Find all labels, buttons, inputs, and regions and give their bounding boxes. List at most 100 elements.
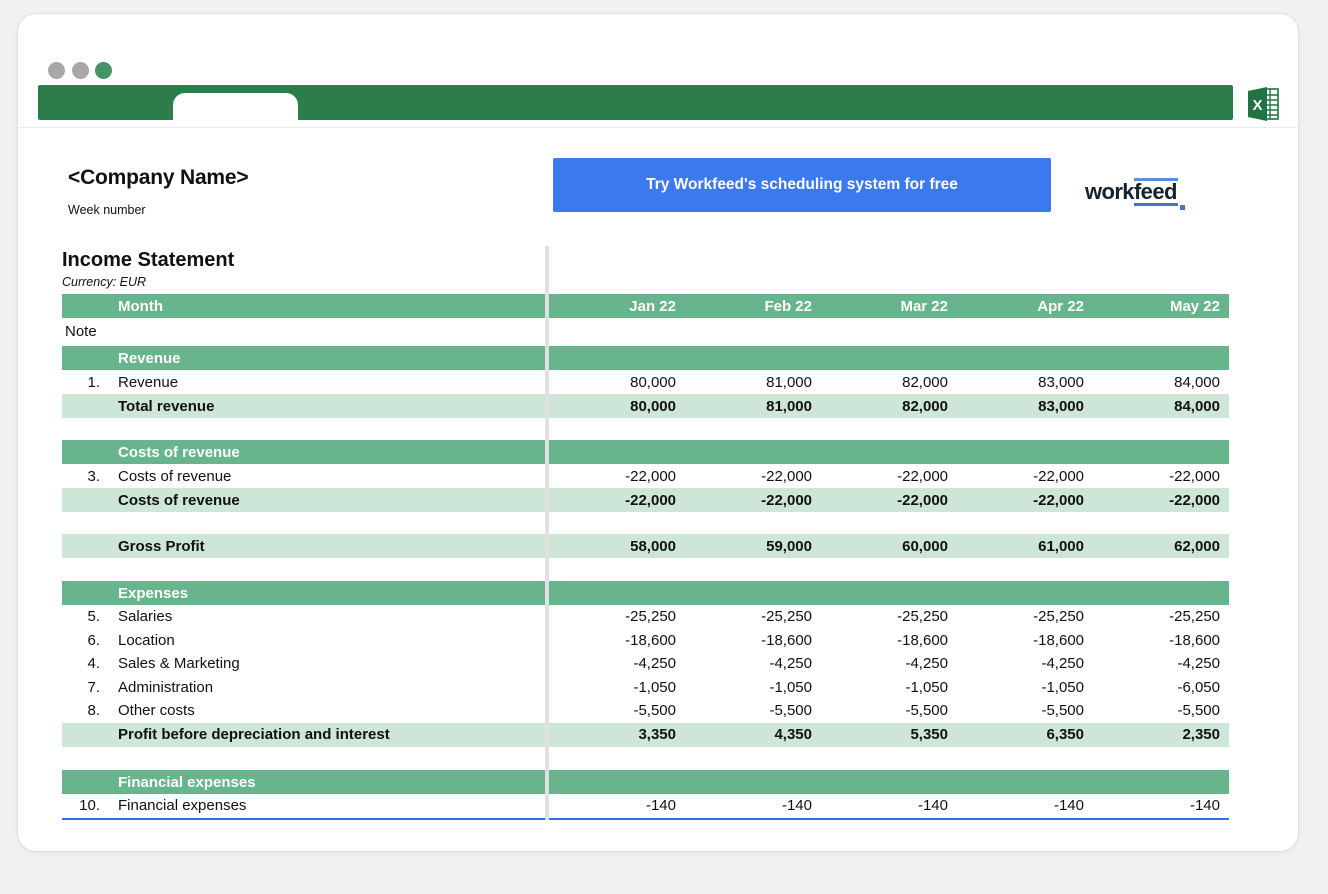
logo-text-work: work <box>1085 179 1134 205</box>
table-row-total-revenue: Total revenue 80,000 81,000 82,000 83,00… <box>62 394 1229 418</box>
cell-value: 60,000 <box>821 538 957 555</box>
cell-value: -22,000 <box>685 492 821 509</box>
cell-value: -22,000 <box>957 468 1093 485</box>
section-header-expenses: Expenses <box>62 581 1229 605</box>
income-statement-table: Month Jan 22 Feb 22 Mar 22 Apr 22 May 22… <box>62 294 1229 820</box>
cell-value: -4,250 <box>957 655 1093 672</box>
window-control-dot[interactable] <box>95 62 112 79</box>
cell-value: 59,000 <box>685 538 821 555</box>
note-number: 3. <box>62 468 112 485</box>
cell-value: -5,500 <box>549 702 685 719</box>
note-number: 4. <box>62 655 112 672</box>
section-label: Financial expenses <box>112 774 1229 791</box>
table-header-row: Month Jan 22 Feb 22 Mar 22 Apr 22 May 22 <box>62 294 1229 318</box>
cell-value: -22,000 <box>1093 492 1229 509</box>
row-label: Profit before depreciation and interest <box>112 726 549 743</box>
cell-value: 80,000 <box>549 374 685 391</box>
cell-value: -22,000 <box>821 468 957 485</box>
column-header: Feb 22 <box>685 298 821 315</box>
cell-value: -22,000 <box>821 492 957 509</box>
cell-value: -4,250 <box>685 655 821 672</box>
cell-value: 83,000 <box>957 398 1093 415</box>
row-label: Gross Profit <box>112 538 549 555</box>
row-label: Costs of revenue <box>112 492 549 509</box>
table-row-salaries: 5. Salaries -25,250 -25,250 -25,250 -25,… <box>62 605 1229 629</box>
cell-value: -140 <box>549 797 685 814</box>
section-header-costs: Costs of revenue <box>62 440 1229 464</box>
cta-button-label: Try Workfeed's scheduling system for fre… <box>646 176 958 194</box>
table-row-revenue: 1. Revenue 80,000 81,000 82,000 83,000 8… <box>62 370 1229 394</box>
note-number: 5. <box>62 608 112 625</box>
cell-value: -22,000 <box>957 492 1093 509</box>
week-number-label: Week number <box>68 203 146 217</box>
logo-registered-mark <box>1180 205 1185 210</box>
cell-value: -18,600 <box>957 632 1093 649</box>
browser-tab-bar <box>38 85 1233 120</box>
active-tab[interactable] <box>173 93 298 120</box>
row-label: Total revenue <box>112 398 549 415</box>
cell-value: 80,000 <box>549 398 685 415</box>
cell-value: -25,250 <box>1093 608 1229 625</box>
row-label: Other costs <box>112 702 549 719</box>
cell-value: -4,250 <box>821 655 957 672</box>
month-column-header: Month <box>112 298 549 315</box>
cell-value: -5,500 <box>685 702 821 719</box>
note-number: 10. <box>62 797 112 814</box>
row-label: Location <box>112 632 549 649</box>
cell-value: -18,600 <box>821 632 957 649</box>
table-row-costs-total: Costs of revenue -22,000 -22,000 -22,000… <box>62 488 1229 512</box>
cell-value: 5,350 <box>821 726 957 743</box>
window-control-dot[interactable] <box>48 62 65 79</box>
cell-value: -18,600 <box>1093 632 1229 649</box>
row-label: Costs of revenue <box>112 468 549 485</box>
cell-value: 62,000 <box>1093 538 1229 555</box>
cell-value: -22,000 <box>549 468 685 485</box>
template-preview-window: X <Company Name> Week number Try Workfee… <box>18 14 1298 851</box>
window-control-dot[interactable] <box>72 62 89 79</box>
cell-value: 2,350 <box>1093 726 1229 743</box>
cell-value: -1,050 <box>685 679 821 696</box>
logo-text-feed: feed <box>1134 178 1178 206</box>
note-number: 6. <box>62 632 112 649</box>
cell-value: 58,000 <box>549 538 685 555</box>
cell-value: -18,600 <box>685 632 821 649</box>
cell-value: -140 <box>957 797 1093 814</box>
cell-value: 82,000 <box>821 374 957 391</box>
section-header-financial: Financial expenses <box>62 770 1229 794</box>
cell-value: -140 <box>821 797 957 814</box>
cell-value: 3,350 <box>549 726 685 743</box>
cell-value: 4,350 <box>685 726 821 743</box>
table-row-location: 6. Location -18,600 -18,600 -18,600 -18,… <box>62 629 1229 653</box>
section-label: Costs of revenue <box>112 444 1229 461</box>
table-row-other-costs: 8. Other costs -5,500 -5,500 -5,500 -5,5… <box>62 699 1229 723</box>
row-label: Revenue <box>112 374 549 391</box>
cell-value: -4,250 <box>1093 655 1229 672</box>
cell-value: 82,000 <box>821 398 957 415</box>
svg-text:X: X <box>1252 97 1262 114</box>
note-row: Note <box>62 319 1229 343</box>
excel-icon[interactable]: X <box>1245 86 1285 127</box>
workfeed-logo[interactable]: workfeed <box>1085 172 1205 212</box>
header-divider <box>18 127 1298 128</box>
cell-value: -25,250 <box>549 608 685 625</box>
cell-value: -25,250 <box>821 608 957 625</box>
cell-value: -25,250 <box>957 608 1093 625</box>
note-number: 1. <box>62 374 112 391</box>
try-workfeed-button[interactable]: Try Workfeed's scheduling system for fre… <box>553 158 1051 212</box>
cell-value: -22,000 <box>1093 468 1229 485</box>
cell-value: -140 <box>1093 797 1229 814</box>
cell-value: -22,000 <box>549 492 685 509</box>
row-label: Sales & Marketing <box>112 655 549 672</box>
cell-value: -25,250 <box>685 608 821 625</box>
column-header: May 22 <box>1093 298 1229 315</box>
table-row-costs: 3. Costs of revenue -22,000 -22,000 -22,… <box>62 464 1229 488</box>
column-header: Mar 22 <box>821 298 957 315</box>
section-label: Revenue <box>112 350 1229 367</box>
column-header: Apr 22 <box>957 298 1093 315</box>
cell-value: -5,500 <box>821 702 957 719</box>
table-row-profit-before: Profit before depreciation and interest … <box>62 723 1229 747</box>
note-number: 7. <box>62 679 112 696</box>
cell-value: 81,000 <box>685 374 821 391</box>
section-label: Expenses <box>112 585 1229 602</box>
row-label: Administration <box>112 679 549 696</box>
